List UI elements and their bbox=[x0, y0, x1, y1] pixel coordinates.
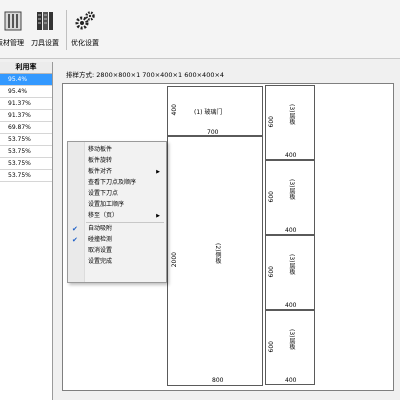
panel-shelf-width: 400 bbox=[285, 152, 297, 159]
menu-item-finish-settings[interactable]: 设置完成 bbox=[68, 257, 166, 267]
panel-shelf-name: (3)层板 bbox=[288, 179, 295, 200]
panel-side[interactable]: (2)侧板 2000 800 bbox=[167, 136, 263, 386]
utilization-row[interactable]: 95.4% bbox=[0, 74, 52, 86]
panel-shelf-width: 400 bbox=[285, 377, 297, 384]
panel-side-height: 2000 bbox=[171, 252, 178, 268]
panel-shelf-height: 600 bbox=[268, 266, 275, 278]
panel-shelf-width: 400 bbox=[285, 302, 297, 309]
utilization-table: 利用率 95.4% 95.4% 91.37% 91.37% 69.87% 53.… bbox=[0, 62, 53, 400]
panel-shelf-height: 600 bbox=[268, 191, 275, 203]
menu-item-view-cut-points[interactable]: 查看下刀点及顺序 bbox=[68, 178, 166, 188]
panel-shelf-name: (3)层板 bbox=[288, 104, 295, 125]
menu-item-label: 板件旋转 bbox=[88, 157, 113, 164]
utilization-row[interactable]: 91.37% bbox=[0, 98, 52, 110]
submenu-arrow-icon: ▶ bbox=[156, 169, 160, 175]
tool-settings-label: 刀具设置 bbox=[31, 39, 59, 47]
menu-item-auto-snap[interactable]: ✔ 自动吸附 bbox=[68, 224, 166, 234]
menu-item-set-order[interactable]: 设置加工顺序 bbox=[68, 200, 166, 210]
menu-item-rotate-panel[interactable]: 板件旋转 bbox=[68, 156, 166, 166]
toolbar: 板材管理 刀具设置 优化设置 bbox=[0, 0, 400, 59]
utilization-row[interactable]: 69.87% bbox=[0, 122, 52, 134]
menu-item-label: 移至（页） bbox=[88, 212, 119, 219]
menu-item-align-panel[interactable]: 板件对齐 ▶ bbox=[68, 167, 166, 177]
checkmark-icon: ✔ bbox=[72, 225, 78, 233]
gear-icon bbox=[75, 11, 95, 30]
panel-door-height: 400 bbox=[171, 104, 178, 116]
panel-shelf-width: 400 bbox=[285, 227, 297, 234]
panel-shelf-height: 600 bbox=[268, 341, 275, 353]
panel-shelf-name: (3)层板 bbox=[288, 254, 295, 275]
panel-shelf[interactable]: (3)层板 600 400 bbox=[265, 160, 315, 235]
board-manage-icon bbox=[4, 11, 22, 31]
layout-method-label: 排样方式: 2800×800×1 700×400×1 600×400×4 bbox=[66, 71, 225, 79]
menu-item-label: 板件对齐 bbox=[88, 168, 113, 175]
panel-shelf-height: 600 bbox=[268, 116, 275, 128]
optimize-settings-label: 优化设置 bbox=[71, 39, 99, 47]
utilization-row[interactable]: 53.75% bbox=[0, 158, 52, 170]
panel-door-width: 700 bbox=[207, 129, 219, 136]
menu-item-label: 查看下刀点及顺序 bbox=[88, 179, 137, 186]
tool-settings-button[interactable]: 刀具设置 bbox=[28, 8, 62, 52]
panel-door[interactable]: (1) 玻璃门 400 700 bbox=[167, 86, 263, 136]
context-menu: 移动板件 板件旋转 板件对齐 ▶ 查看下刀点及顺序 设置下刀点 设置加工顺序 移… bbox=[67, 141, 167, 283]
menu-item-label: 自动吸附 bbox=[88, 225, 113, 232]
menu-item-move-panel[interactable]: 移动板件 bbox=[68, 145, 166, 155]
panel-side-name: (2)侧板 bbox=[214, 243, 221, 264]
tool-settings-icon bbox=[37, 12, 53, 30]
menu-item-label: 碰撞检测 bbox=[88, 236, 113, 243]
utilization-row[interactable]: 53.75% bbox=[0, 134, 52, 146]
menu-item-label: 设置加工顺序 bbox=[88, 201, 125, 208]
panel-shelf[interactable]: (3)层板 600 400 bbox=[265, 85, 315, 160]
menu-item-move-to-page[interactable]: 移至（页） ▶ bbox=[68, 211, 166, 221]
menu-item-label: 取消设置 bbox=[88, 247, 113, 254]
toolbar-separator bbox=[66, 10, 67, 50]
panel-door-name: (1) 玻璃门 bbox=[194, 109, 223, 116]
panel-side-width: 800 bbox=[212, 377, 224, 384]
utilization-row[interactable]: 95.4% bbox=[0, 86, 52, 98]
menu-item-label: 设置下刀点 bbox=[88, 190, 119, 197]
utilization-row[interactable]: 53.75% bbox=[0, 170, 52, 182]
checkmark-icon: ✔ bbox=[72, 236, 78, 244]
board-manage-label: 板材管理 bbox=[0, 39, 24, 47]
menu-item-label: 移动板件 bbox=[88, 146, 113, 153]
panel-shelf[interactable]: (3)层板 600 400 bbox=[265, 235, 315, 310]
panel-shelf-name: (3)层板 bbox=[288, 329, 295, 350]
optimize-settings-button[interactable]: 优化设置 bbox=[68, 8, 102, 52]
utilization-row[interactable]: 91.37% bbox=[0, 110, 52, 122]
menu-item-label: 设置完成 bbox=[88, 258, 113, 265]
menu-item-cancel-settings[interactable]: 取消设置 bbox=[68, 246, 166, 256]
menu-item-collision-detect[interactable]: ✔ 碰撞检测 bbox=[68, 235, 166, 245]
panel-shelf[interactable]: (3)层板 600 400 bbox=[265, 310, 315, 385]
submenu-arrow-icon: ▶ bbox=[156, 213, 160, 219]
menu-separator bbox=[86, 222, 164, 223]
board-manage-button[interactable]: 板材管理 bbox=[0, 8, 26, 52]
utilization-header: 利用率 bbox=[0, 62, 52, 74]
menu-item-set-cut-point[interactable]: 设置下刀点 bbox=[68, 189, 166, 199]
utilization-row[interactable]: 53.75% bbox=[0, 146, 52, 158]
